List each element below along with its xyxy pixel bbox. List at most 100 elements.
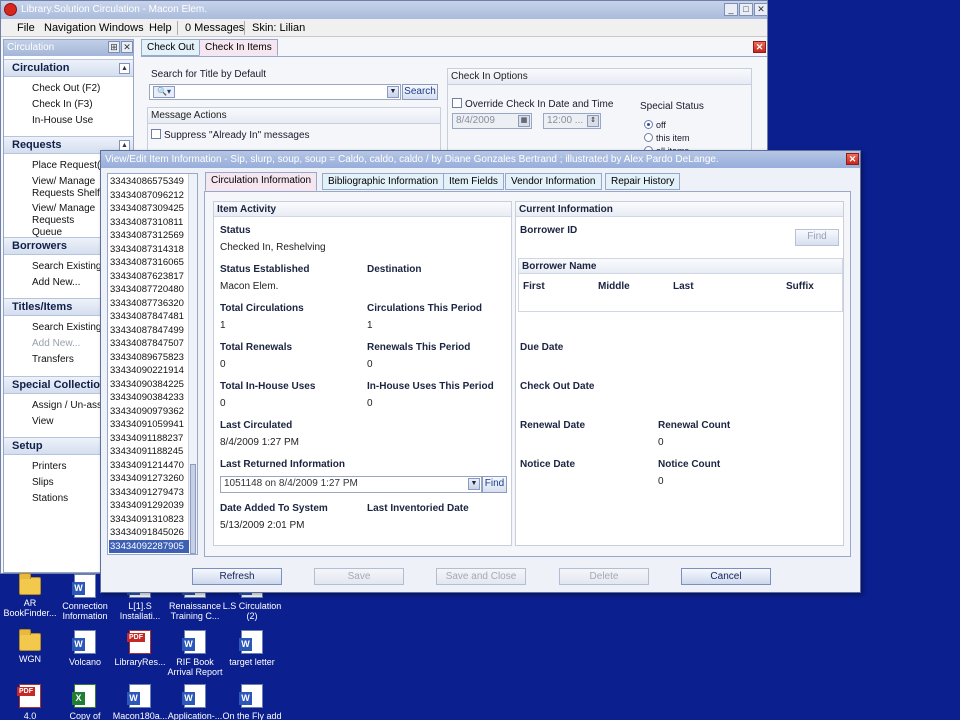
sidebar-item-search-titles[interactable]: Search Existing (32, 322, 101, 333)
tab-vendor-information[interactable]: Vendor Information (505, 173, 602, 190)
barcode-item[interactable]: 33434091059941 (109, 418, 189, 431)
desktop-icon[interactable]: 4.0 RPGetting... (0, 684, 60, 720)
desktop-icon[interactable]: Application-... (165, 684, 225, 720)
checkbox-icon[interactable] (452, 98, 462, 108)
sidebar-item-in-house-use[interactable]: In-House Use (32, 115, 93, 126)
desktop-icon[interactable]: Copy of (55, 684, 115, 720)
cancel-button[interactable]: Cancel (681, 568, 771, 585)
search-button[interactable]: Search (402, 84, 438, 100)
barcode-item[interactable]: 33434087310811 (109, 216, 189, 229)
search-icon[interactable]: 🔍▾ (153, 86, 175, 98)
sidebar-close-icon[interactable]: ✕ (121, 41, 133, 53)
sidebar-item-requests-shelf[interactable]: View/ Manage Requests Shelf (32, 176, 102, 200)
tab-item-fields[interactable]: Item Fields (443, 173, 504, 190)
radio-this-item[interactable]: this item (644, 133, 690, 143)
desktop-icon[interactable]: WGN (0, 629, 60, 664)
sidebar-item-search-borrowers[interactable]: Search Existing (32, 261, 101, 272)
barcode-item[interactable]: 33434090221914 (109, 364, 189, 377)
sidebar-item-requests-queue[interactable]: View/ Manage Requests Queue (32, 203, 102, 239)
pin-icon[interactable]: ⊞ (108, 41, 120, 53)
sidebar-item-stations[interactable]: Stations (32, 493, 68, 504)
menu-help[interactable]: Help (149, 19, 172, 37)
barcode-item[interactable]: 33434087623817 (109, 270, 189, 283)
desktop-icon[interactable]: AR BookFinder... (0, 573, 60, 618)
override-time-field[interactable]: 12:00 ... ⇕ (543, 113, 601, 129)
desktop-icon[interactable]: target letter (222, 630, 282, 667)
menu-file[interactable]: File (17, 19, 35, 37)
radio-selected-icon[interactable] (644, 120, 653, 129)
tab-close-icon[interactable]: ✕ (753, 41, 766, 53)
radio-off[interactable]: off (644, 120, 666, 130)
search-input[interactable]: 🔍▾ ▼ (149, 84, 401, 100)
sidebar-item-printers[interactable]: Printers (32, 461, 66, 472)
last-returned-find-button[interactable]: Find (482, 476, 507, 493)
sidebar-item-view-collections[interactable]: View (32, 416, 54, 427)
tab-bibliographic-information[interactable]: Bibliographic Information (322, 173, 445, 190)
suppress-checkbox[interactable]: Suppress "Already In" messages (151, 129, 310, 141)
barcode-item[interactable]: 33434091214470 (109, 459, 189, 472)
override-date-field[interactable]: 8/4/2009 ▦ (452, 113, 532, 129)
barcode-item[interactable]: 33434091273260 (109, 472, 189, 485)
barcode-item[interactable]: 33434089675823 (109, 351, 189, 364)
calendar-icon[interactable]: ▦ (518, 115, 530, 127)
barcode-item[interactable]: 33434087847499 (109, 324, 189, 337)
tab-check-out[interactable]: Check Out (141, 39, 201, 56)
desktop-icon[interactable]: RIF Book Arrival Report (165, 630, 225, 677)
sidebar-item-add-title[interactable]: Add New... (32, 338, 80, 349)
dialog-titlebar[interactable]: View/Edit Item Information - Sip, slurp,… (101, 151, 860, 168)
sidebar-item-slips[interactable]: Slips (32, 477, 54, 488)
scrollbar-thumb[interactable] (190, 464, 196, 554)
sidebar-section-circulation[interactable]: Circulation ▲ (4, 59, 133, 77)
menu-windows[interactable]: Windows (99, 19, 144, 37)
save-and-close-button[interactable]: Save and Close (436, 568, 526, 585)
refresh-button[interactable]: Refresh (192, 568, 282, 585)
delete-button[interactable]: Delete (559, 568, 649, 585)
save-button[interactable]: Save (314, 568, 404, 585)
tab-circulation-information[interactable]: Circulation Information (205, 172, 318, 191)
barcode-item[interactable]: 33434087720480 (109, 283, 189, 296)
chevron-down-icon[interactable]: ▼ (387, 86, 399, 98)
barcode-list[interactable]: 33434086575349 33434087096212 334340873094… (107, 173, 198, 555)
sidebar-item-check-in[interactable]: Check In (F3) (32, 99, 93, 110)
barcode-item[interactable]: 33434091292039 (109, 499, 189, 512)
checkbox-icon[interactable] (151, 129, 161, 139)
barcode-item[interactable]: 33434087847507 (109, 337, 189, 350)
barcode-item[interactable]: 33434091279473 (109, 486, 189, 499)
tab-check-in-items[interactable]: Check In Items (199, 39, 278, 56)
tab-repair-history[interactable]: Repair History (605, 173, 681, 190)
chevron-down-icon[interactable]: ▼ (468, 478, 480, 490)
dialog-close-icon[interactable]: ✕ (846, 153, 859, 165)
last-returned-select[interactable]: 1051148 on 8/4/2009 1:27 PM ▼ (220, 476, 482, 493)
chevron-up-icon[interactable]: ▲ (119, 63, 130, 74)
sidebar-item-add-borrower[interactable]: Add New... (32, 277, 80, 288)
barcode-item[interactable]: 33434091188245 (109, 445, 189, 458)
barcode-item[interactable]: 33434087312569 (109, 229, 189, 242)
barcode-item[interactable]: 33434087736320 (109, 297, 189, 310)
barcode-item[interactable]: 33434091845026 (109, 526, 189, 539)
barcode-scrollbar[interactable] (188, 174, 197, 554)
barcode-item[interactable]: 33434092287905 (108, 538, 190, 554)
sidebar-item-transfers[interactable]: Transfers (32, 354, 74, 365)
barcode-item[interactable]: 33434091310823 (109, 513, 189, 526)
desktop-icon[interactable]: LibraryRes... (110, 630, 170, 667)
barcode-item[interactable]: 33434087096212 (109, 189, 189, 202)
minimize-button[interactable]: _ (724, 3, 738, 16)
barcode-item[interactable]: 33434090979362 (109, 405, 189, 418)
barcode-item[interactable]: 33434087309425 (109, 202, 189, 215)
override-checkbox[interactable]: Override Check In Date and Time (452, 98, 613, 110)
close-button[interactable]: ✕ (754, 3, 768, 16)
barcode-item[interactable]: 33434087847481 (109, 310, 189, 323)
desktop-icon[interactable]: On the Fly add (222, 684, 282, 720)
barcode-item[interactable]: 33434090384233 (109, 391, 189, 404)
menu-navigation[interactable]: Navigation (44, 19, 96, 37)
desktop-icon[interactable]: Volcano (55, 630, 115, 667)
sidebar-item-place-request[interactable]: Place Request(s) (32, 160, 109, 171)
radio-icon[interactable] (644, 133, 653, 142)
sidebar-item-check-out[interactable]: Check Out (F2) (32, 83, 100, 94)
maximize-button[interactable]: □ (739, 3, 753, 16)
barcode-item[interactable]: 33434087314318 (109, 243, 189, 256)
barcode-item[interactable]: 33434086575349 (109, 175, 189, 188)
menu-skin[interactable]: Skin: Lilian (252, 19, 305, 37)
barcode-item[interactable]: 33434091188237 (109, 432, 189, 445)
barcode-item[interactable]: 33434090384225 (109, 378, 189, 391)
